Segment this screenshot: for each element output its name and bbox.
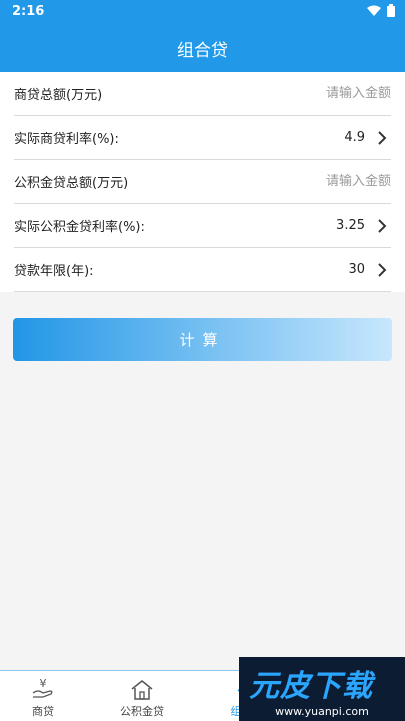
- loan-term-label: 贷款年限(年):: [14, 264, 94, 279]
- tab-provident-fund[interactable]: 公积金贷: [100, 671, 184, 721]
- app-header: 2:16 组合贷: [0, 0, 405, 72]
- loan-term-value: 30: [348, 262, 365, 277]
- calculate-button[interactable]: 计算: [13, 318, 392, 361]
- watermark-logo: 元皮下载: [249, 669, 373, 704]
- tab-label: 商贷: [32, 705, 54, 718]
- page-title: 组合贷: [177, 41, 228, 61]
- fund-amount-row: 公积金贷总额(万元): [14, 160, 391, 204]
- yuan-hand-icon: ¥: [32, 677, 53, 698]
- fund-amount-label: 公积金贷总额(万元): [14, 176, 129, 191]
- commercial-amount-row: 商贷总额(万元): [14, 72, 391, 116]
- commercial-rate-value: 4.9: [344, 130, 365, 145]
- chevron-right-icon: [373, 129, 391, 147]
- fund-rate-label: 实际公积金贷利率(%):: [14, 220, 145, 235]
- chevron-right-icon: [373, 261, 391, 279]
- tab-commercial-loan[interactable]: ¥ 商贷: [0, 671, 86, 721]
- svg-text:¥: ¥: [40, 677, 47, 690]
- house-icon: [131, 680, 153, 700]
- loan-term-row[interactable]: 贷款年限(年): 30: [14, 248, 391, 292]
- status-icons: [367, 4, 395, 17]
- wifi-icon: [367, 5, 381, 16]
- loan-form: 商贷总额(万元) 实际商贷利率(%): 4.9 公积金贷总额(万元) 实际公积金…: [0, 72, 405, 292]
- fund-amount-input[interactable]: [261, 174, 391, 189]
- fund-rate-value: 3.25: [336, 218, 365, 233]
- commercial-rate-label: 实际商贷利率(%):: [14, 132, 119, 147]
- watermark: 元皮下载 www.yuanpi.com: [239, 657, 405, 721]
- watermark-url: www.yuanpi.com: [275, 705, 369, 718]
- chevron-right-icon: [373, 217, 391, 235]
- tab-label: 公积金贷: [120, 705, 164, 718]
- commercial-amount-input[interactable]: [261, 86, 391, 101]
- battery-icon: [387, 4, 395, 17]
- commercial-rate-row[interactable]: 实际商贷利率(%): 4.9: [14, 116, 391, 160]
- fund-rate-row[interactable]: 实际公积金贷利率(%): 3.25: [14, 204, 391, 248]
- status-bar: 2:16: [0, 0, 405, 24]
- commercial-amount-label: 商贷总额(万元): [14, 88, 103, 103]
- status-time: 2:16: [12, 4, 45, 19]
